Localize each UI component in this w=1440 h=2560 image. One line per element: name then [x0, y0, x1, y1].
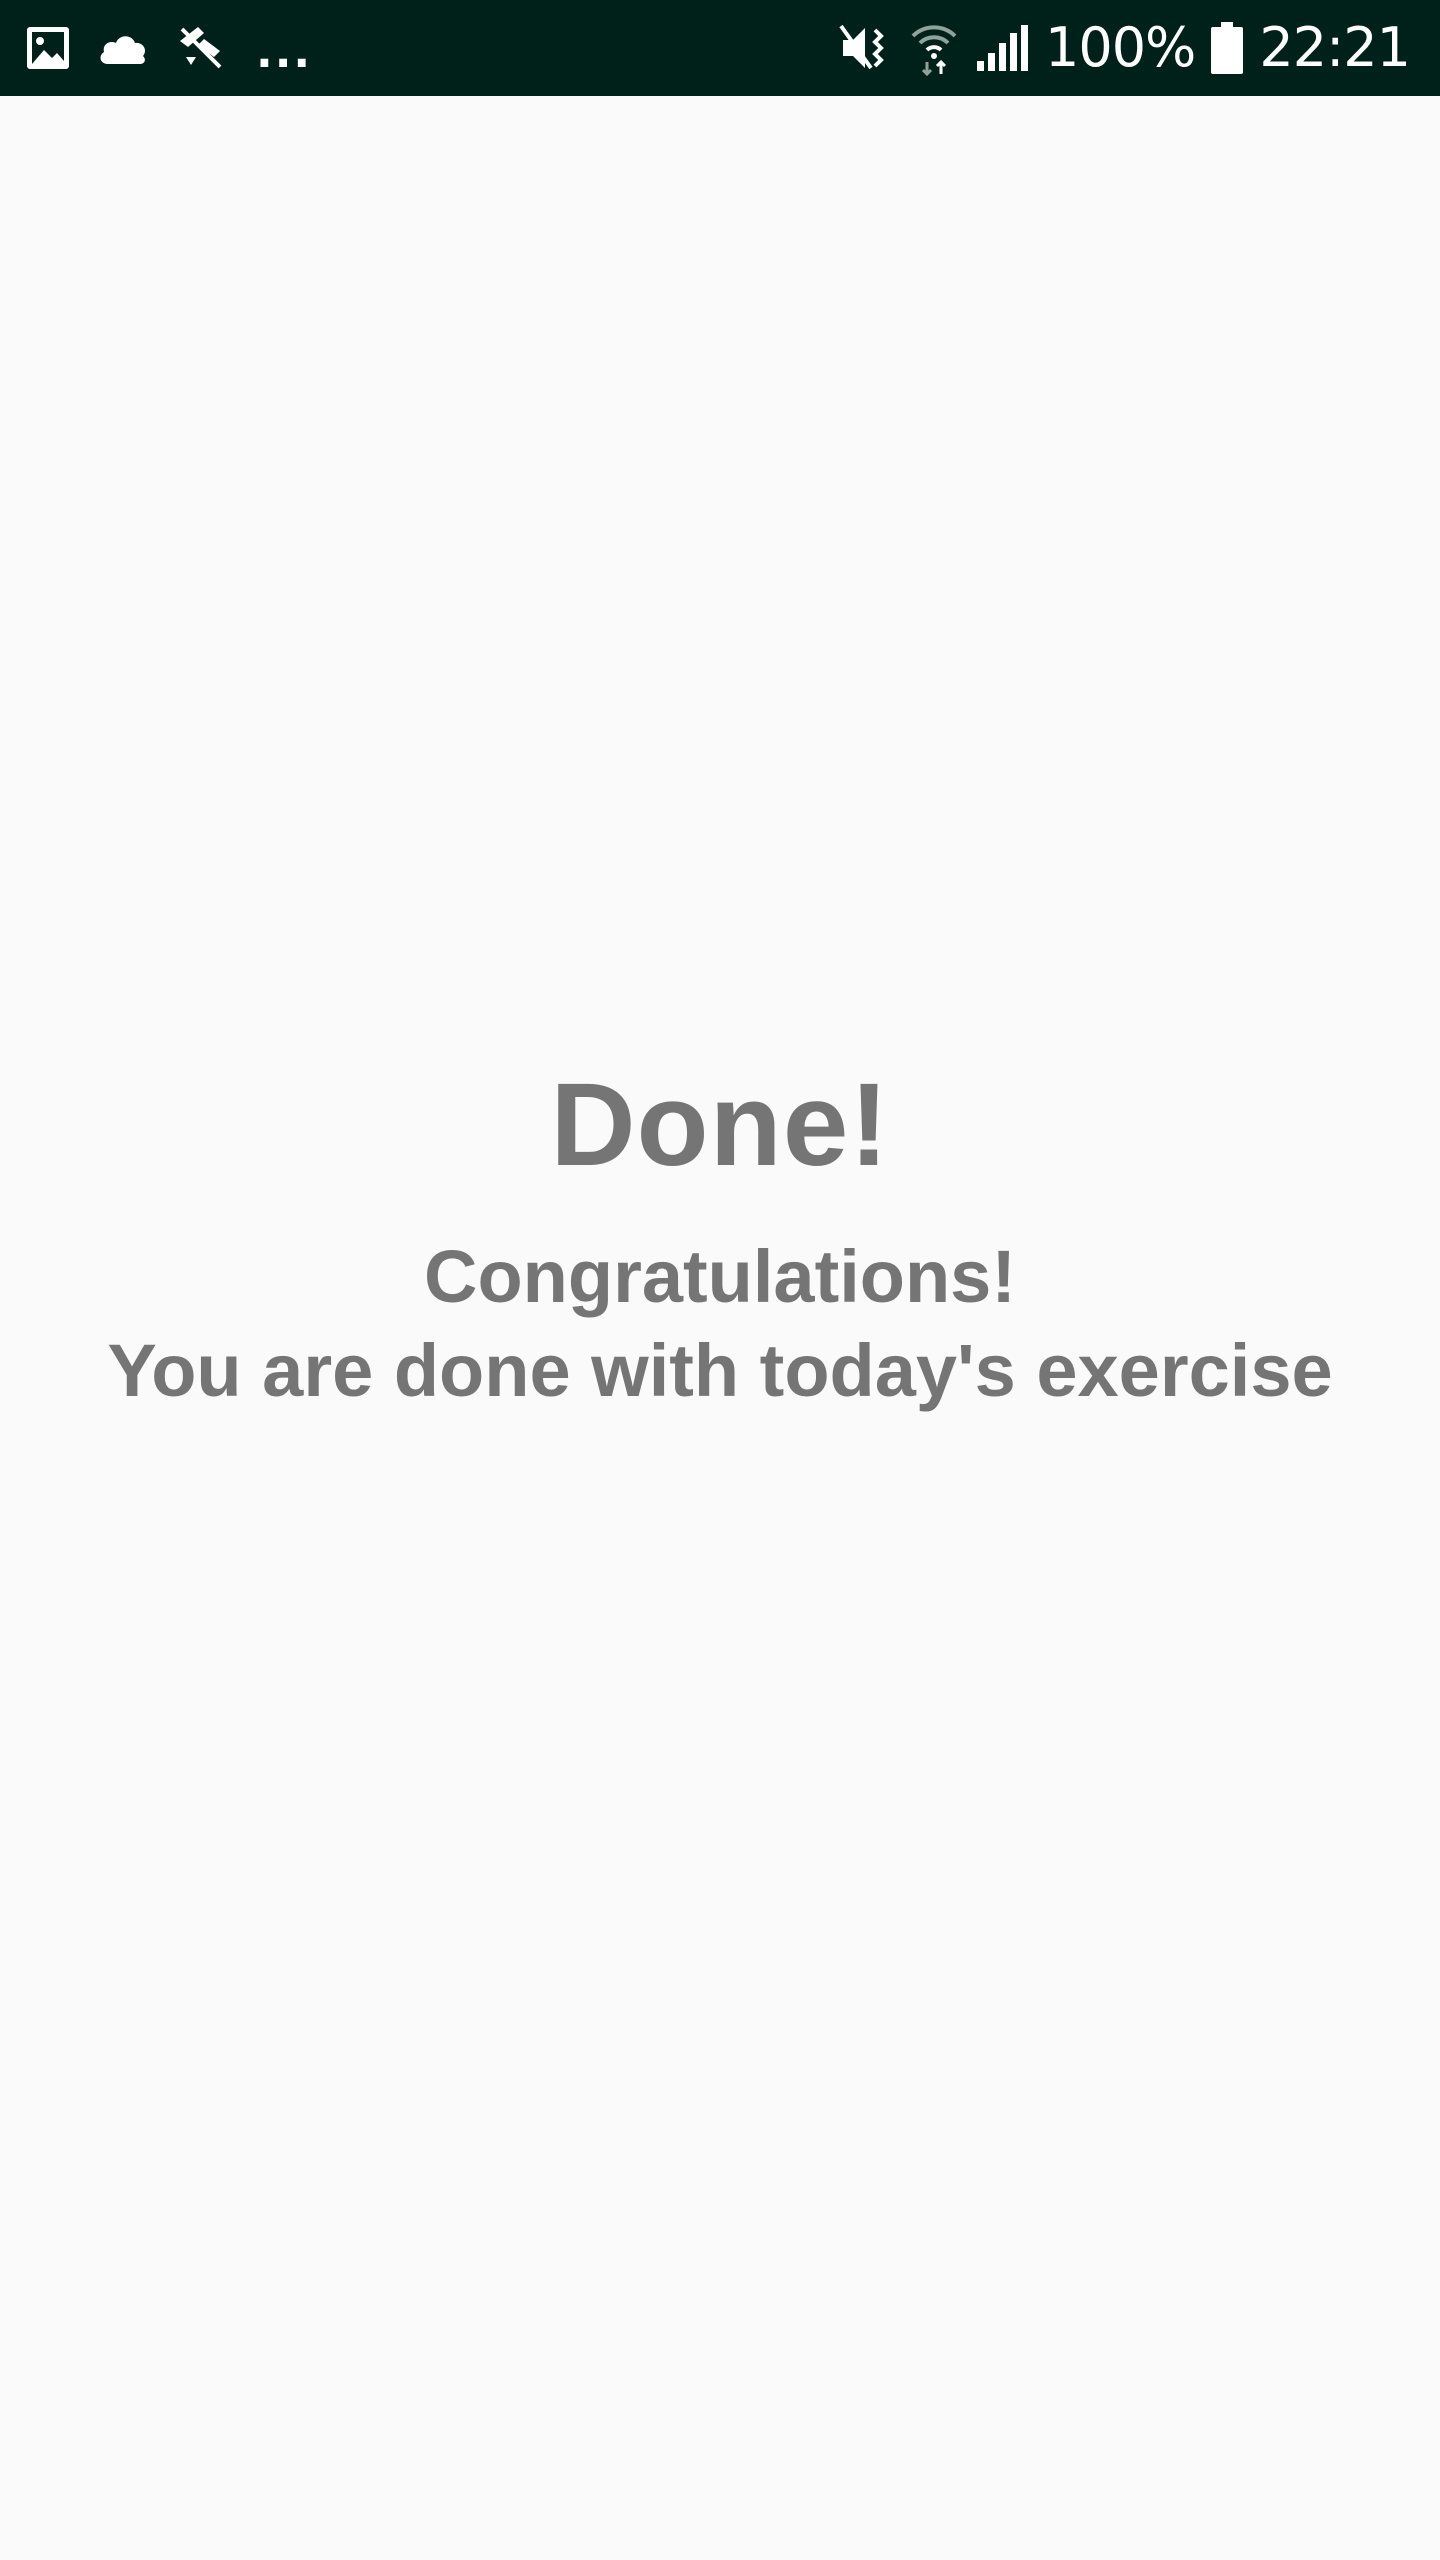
- battery-percent: 100%: [1044, 16, 1196, 79]
- wifi-icon: [909, 20, 959, 76]
- status-bar: ... 100% 22:21: [0, 0, 1440, 96]
- status-bar-system: 100% 22:21: [837, 0, 1411, 96]
- clock: 22:21: [1259, 16, 1411, 79]
- battery-icon: [1211, 22, 1244, 74]
- cloud-icon: [96, 28, 150, 68]
- message-line-2: You are done with today's exercise: [107, 1329, 1333, 1412]
- image-icon: [24, 24, 72, 72]
- more-notifications-indicator: ...: [256, 27, 313, 78]
- status-bar-notifications: ...: [24, 0, 312, 96]
- vibrate-mute-icon: [837, 20, 893, 76]
- cell-signal-icon: [975, 23, 1029, 73]
- no-location-icon: [174, 21, 228, 75]
- congratulations-message: Congratulations! You are done with today…: [0, 1230, 1440, 1418]
- message-line-1: Congratulations!: [424, 1235, 1016, 1318]
- page-title: Done!: [550, 1059, 890, 1191]
